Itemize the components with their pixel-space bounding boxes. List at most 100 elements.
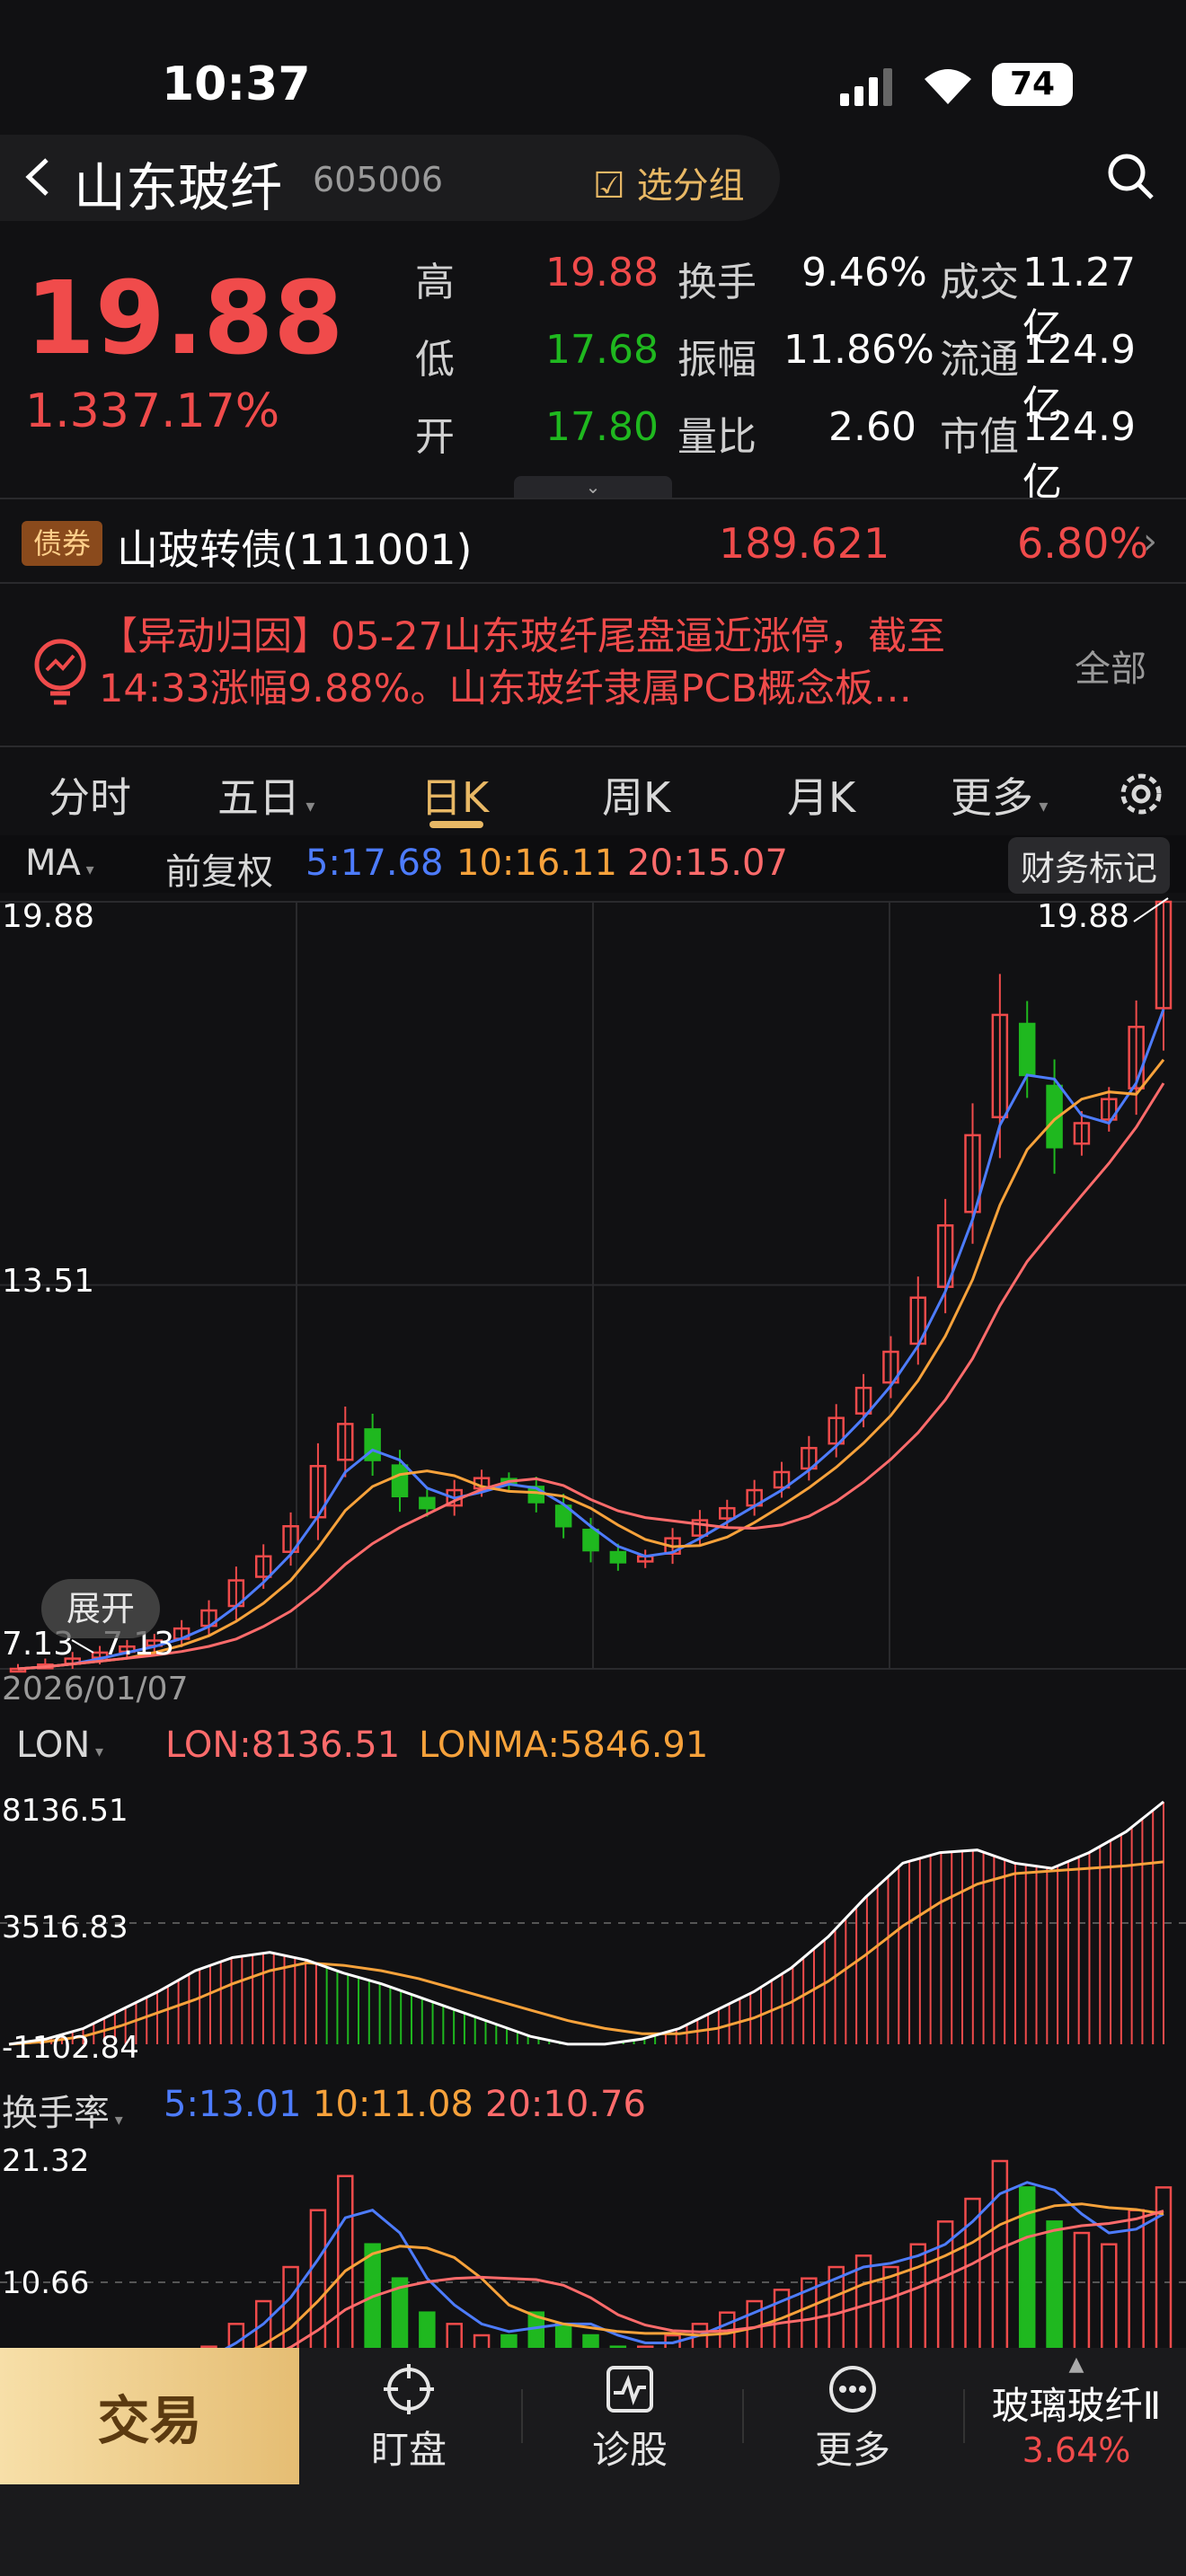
turnover-bar (1046, 2220, 1063, 2348)
signal-icon (840, 66, 899, 110)
kline-start-date: 2026/01/07 (2, 1671, 189, 1707)
lon-chart[interactable]: 8136.51 3516.83 -1102.84 (0, 1775, 1186, 2071)
divider (0, 498, 1186, 499)
lonma-value: LONMA:5846.91 (419, 1725, 709, 1766)
divider (0, 582, 1186, 584)
lon-label: LON (16, 1725, 91, 1766)
kline-chart[interactable]: 19.88 13.51 7.13 19.88 7.13 2026/01/07 展… (0, 895, 1186, 1712)
turnover-bar (337, 2175, 354, 2348)
status-bar: 10:37 74 (0, 0, 1186, 135)
tab-five-day[interactable]: 五日 ▾ (217, 765, 314, 825)
adjustment-mode[interactable]: 前复权 (165, 842, 273, 895)
turnover-bar (554, 2323, 572, 2348)
nav-diagnose-label: 诊股 (591, 2428, 668, 2472)
turnover-ma5: 5:13.01 (164, 2084, 302, 2125)
lonma-line (8, 1860, 1164, 2046)
ma5-value: 5:17.68 (305, 842, 444, 884)
nav-more[interactable]: 更多 (794, 2362, 911, 2475)
financial-marks-button[interactable]: 财务标记 (1008, 837, 1171, 894)
candle-body (419, 1496, 436, 1510)
sector-widget[interactable]: ▲ 玻璃玻纤Ⅱ 3.64% (969, 2353, 1184, 2470)
news-all-link[interactable]: 全部 (1075, 640, 1146, 692)
tab-more[interactable]: 更多 ▾ (951, 765, 1048, 825)
lightbulb-chart-icon (29, 634, 92, 710)
nav-diagnose[interactable]: 诊股 (571, 2362, 688, 2475)
tab-monthly-k[interactable]: 月K (787, 765, 855, 825)
expand-quote-handle[interactable]: ⌄ (514, 476, 672, 498)
trade-button[interactable]: 交易 (0, 2348, 299, 2484)
lon-selector[interactable]: LON ▾ (16, 1725, 103, 1766)
turnover-chart[interactable]: 21.32 10.66 (0, 2134, 1186, 2348)
divider (742, 2389, 744, 2443)
dropdown-icon: ▾ (80, 860, 94, 879)
stock-code: 605006 (313, 160, 444, 199)
ma10-value: 10:16.11 (456, 842, 617, 884)
turnover-ma10: 10:11.08 (313, 2084, 474, 2125)
turnover-bar (473, 2333, 491, 2348)
expand-button[interactable]: 展开 (41, 1579, 160, 1638)
turnover-svg (0, 2159, 1186, 2348)
tab-more-label: 更多 (951, 773, 1033, 822)
ma-label: MA (25, 842, 81, 884)
news-row[interactable]: 【异动归因】05-27山东玻纤尾盘逼近涨停，截至14:33涨幅9.88%。山东玻… (0, 586, 1186, 745)
battery-icon: 74 (992, 63, 1073, 106)
label-amplitude: 振幅 (677, 337, 757, 383)
add-group-button[interactable]: ☑ 选分组 (593, 156, 745, 208)
gear-icon[interactable] (1116, 769, 1166, 823)
lon-y-mid: 3516.83 (2, 1910, 128, 1945)
lon-svg (0, 1800, 1186, 2046)
turnover-bar (500, 2333, 518, 2348)
checkbox-edit-icon: ☑ (593, 165, 625, 207)
quote-row-open: 开 17.80 量比 2.60 市值 124.9亿 (415, 404, 1170, 506)
turnover-header: 换手率 ▾ 5:13.01 10:11.08 20:10.76 (0, 2077, 1186, 2134)
sector-name: 玻璃玻纤Ⅱ (991, 2384, 1162, 2428)
price-change-pct: 7.17% (131, 384, 280, 438)
tab-daily-k[interactable]: 日K (420, 765, 489, 825)
tab-five-day-label: 五日 (217, 773, 300, 822)
turnover-selector[interactable]: 换手率 ▾ (2, 2084, 123, 2136)
dropdown-icon: ▾ (1033, 795, 1049, 816)
quote-grid: 高 19.88 换手 9.46% 成交 11.27亿 低 17.68 振幅 11… (415, 250, 1170, 506)
kline-y-mid: 13.51 (2, 1263, 95, 1300)
lon-value: LON:8136.51 (165, 1725, 401, 1766)
search-icon[interactable] (1105, 151, 1155, 205)
bond-name: 山玻转债(111001) (117, 525, 473, 574)
value-low: 17.68 (545, 327, 659, 373)
price-change: 1.33 (25, 384, 129, 438)
bond-row[interactable]: 债券 山玻转债(111001) 189.621 6.80% › (0, 501, 1186, 582)
turnover-bar (419, 2311, 436, 2348)
lon-header: LON ▾ LON:8136.51 LONMA:5846.91 (0, 1717, 1186, 1773)
kline-svg (0, 897, 1186, 1673)
label-float: 流通 (940, 337, 1019, 383)
bond-price: 189.621 (719, 519, 890, 568)
nav-more-label: 更多 (814, 2428, 890, 2472)
label-high: 高 (415, 260, 455, 305)
add-group-label: 选分组 (636, 165, 745, 207)
lon-line (8, 1800, 1164, 2046)
tab-weekly-k[interactable]: 周K (602, 765, 670, 825)
stock-title: 山东玻纤 (74, 157, 283, 218)
target-icon (350, 2362, 467, 2420)
ma-selector[interactable]: MA ▾ (25, 842, 94, 884)
turnover-y-top: 21.32 (2, 2143, 90, 2179)
turnover-bar (446, 2323, 463, 2348)
turnover-label: 换手率 (2, 2093, 110, 2134)
nav-watch-label: 盯盘 (370, 2428, 447, 2472)
value-market-cap: 124.9亿 (1022, 404, 1136, 506)
turnover-bar (746, 2299, 763, 2348)
chevron-up-icon: ▲ (1068, 2353, 1084, 2376)
candle-body (391, 1464, 409, 1498)
bond-pct: 6.80% (1017, 519, 1149, 568)
turnover-bar (582, 2333, 599, 2348)
label-amount: 成交 (940, 260, 1019, 305)
tab-intraday[interactable]: 分时 (49, 765, 131, 825)
value-volume-ratio: 2.60 (828, 404, 916, 450)
ma-bar: MA ▾ 前复权 5:17.68 10:16.11 20:15.07 财务标记 (0, 835, 1186, 895)
back-icon[interactable] (20, 154, 56, 203)
label-market-cap: 市值 (940, 414, 1019, 460)
sector-pct: 3.64% (1022, 2430, 1131, 2470)
divider (521, 2389, 523, 2443)
dropdown-icon: ▾ (90, 1742, 104, 1761)
ma20-line (17, 1082, 1165, 1671)
nav-watch[interactable]: 盯盘 (350, 2362, 467, 2475)
